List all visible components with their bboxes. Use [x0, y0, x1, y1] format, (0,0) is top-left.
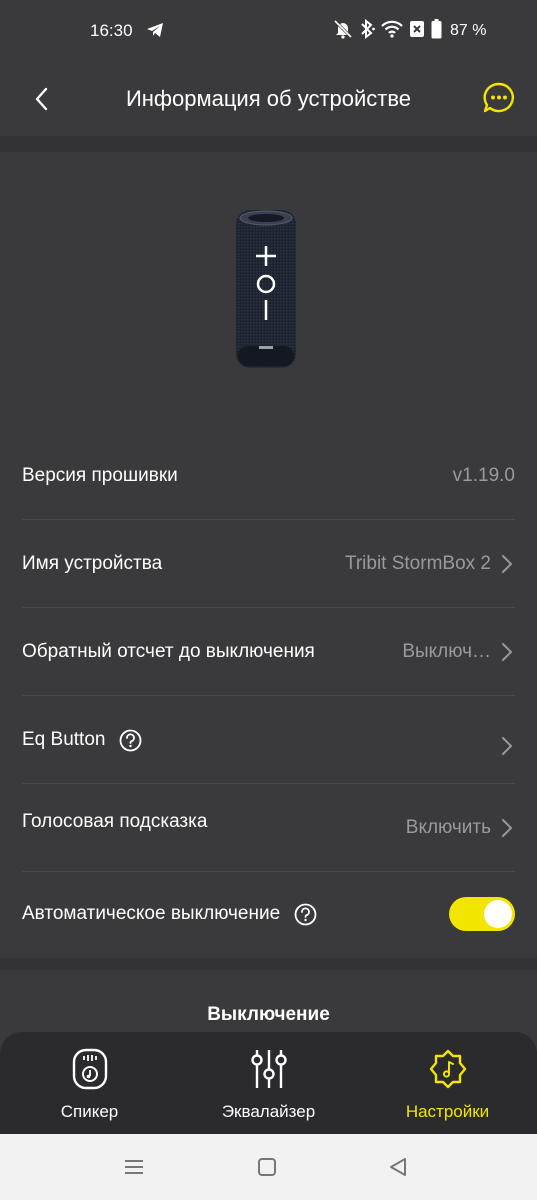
tab-speaker-label: Спикер: [60, 1102, 119, 1121]
device-name-value: Tribit StormBox 2: [344, 553, 491, 574]
countdown-value: Выключ…: [402, 641, 491, 662]
header-divider: [0, 136, 537, 152]
sim-x-icon: [409, 20, 425, 43]
auto-off-label-wrap: Автоматическое выключение: [22, 870, 317, 958]
battery-icon: [431, 18, 442, 44]
feedback-button[interactable]: [482, 81, 516, 115]
voice-prompt-label: Голосовая подсказка: [22, 811, 208, 832]
speaker-icon: [72, 1048, 107, 1090]
speaker-image: [232, 208, 300, 370]
device-info-content: Версия прошивки v1.19.0 Имя устройства T…: [0, 152, 537, 962]
countdown-row[interactable]: Обратный отсчет до выключения Выключ…: [22, 608, 515, 696]
settings-gear-icon: [429, 1049, 466, 1089]
bottom-tab-bar: Спикер Эквалайзер Настройки: [0, 1032, 537, 1134]
firmware-row: Версия прошивки v1.19.0: [22, 432, 515, 520]
wifi-icon: [381, 20, 403, 43]
voice-prompt-row[interactable]: Голосовая подсказка Включить: [22, 784, 515, 872]
eq-button-label-wrap: Eq Button: [22, 696, 142, 784]
tab-settings-label: Настройки: [405, 1102, 490, 1121]
chevron-right-icon: [502, 737, 512, 755]
section-divider: [0, 958, 537, 970]
eq-button-row[interactable]: Eq Button: [22, 696, 515, 784]
battery-percent: 87 %: [450, 22, 487, 39]
status-icons: 87 %: [333, 18, 487, 44]
chevron-right-icon: [502, 643, 512, 661]
recents-menu-icon[interactable]: [123, 1156, 145, 1178]
tab-settings[interactable]: Настройки: [358, 1032, 537, 1134]
shutdown-section: Выключение: [0, 970, 537, 1040]
chevron-right-icon: [502, 555, 512, 573]
tab-equalizer[interactable]: Эквалайзер: [179, 1032, 358, 1134]
toggle-knob: [484, 900, 512, 928]
help-icon[interactable]: [119, 729, 142, 752]
system-nav-bar: [0, 1134, 537, 1200]
status-bar: 16:30 87 %: [0, 0, 537, 62]
help-icon[interactable]: [294, 903, 317, 926]
shutdown-button[interactable]: Выключение: [0, 1004, 537, 1026]
status-time: 16:30: [90, 21, 133, 40]
back-triangle-icon[interactable]: [387, 1156, 409, 1178]
eq-button-label: Eq Button: [22, 729, 106, 750]
bluetooth-icon: [359, 18, 375, 44]
device-name-label: Имя устройства: [22, 553, 163, 574]
firmware-value: v1.19.0: [452, 465, 515, 486]
voice-prompt-value: Включить: [405, 817, 491, 838]
firmware-label: Версия прошивки: [22, 465, 178, 486]
auto-off-row: Автоматическое выключение: [22, 870, 515, 958]
auto-off-label: Автоматическое выключение: [22, 903, 281, 924]
app-header: Информация об устройстве: [0, 62, 537, 136]
page-title: Информация об устройстве: [125, 86, 412, 111]
chevron-right-icon: [502, 819, 512, 837]
device-name-row[interactable]: Имя устройства Tribit StormBox 2: [22, 520, 515, 608]
countdown-label: Обратный отсчет до выключения: [22, 641, 315, 662]
chat-bubble-icon: [483, 82, 514, 113]
auto-off-toggle[interactable]: [449, 897, 515, 931]
tab-speaker[interactable]: Спикер: [0, 1032, 179, 1134]
tab-equalizer-label: Эквалайзер: [221, 1102, 316, 1121]
home-icon[interactable]: [256, 1156, 278, 1178]
mute-icon: [333, 19, 353, 44]
equalizer-icon: [250, 1050, 287, 1088]
telegram-icon: [146, 22, 164, 43]
